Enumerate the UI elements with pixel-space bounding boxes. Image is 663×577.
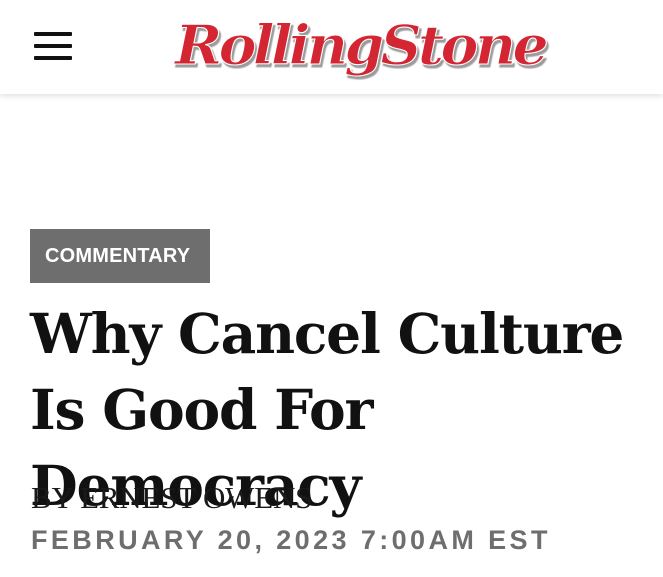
logo-wordmark: RollingStone bbox=[172, 13, 551, 78]
site-header: RollingStone bbox=[0, 0, 663, 94]
author-link[interactable]: ERNEST OWENS bbox=[80, 480, 312, 515]
rolling-stone-logo[interactable]: RollingStone bbox=[168, 4, 552, 86]
byline: BY ERNEST OWENS bbox=[31, 480, 312, 516]
byline-prefix: BY bbox=[31, 480, 73, 515]
logo-text: RollingStone bbox=[173, 13, 547, 77]
category-tag[interactable]: COMMENTARY bbox=[30, 229, 210, 283]
publish-date: FEBRUARY 20, 2023 7:00AM EST bbox=[31, 525, 551, 555]
hamburger-menu-icon[interactable] bbox=[34, 30, 74, 62]
